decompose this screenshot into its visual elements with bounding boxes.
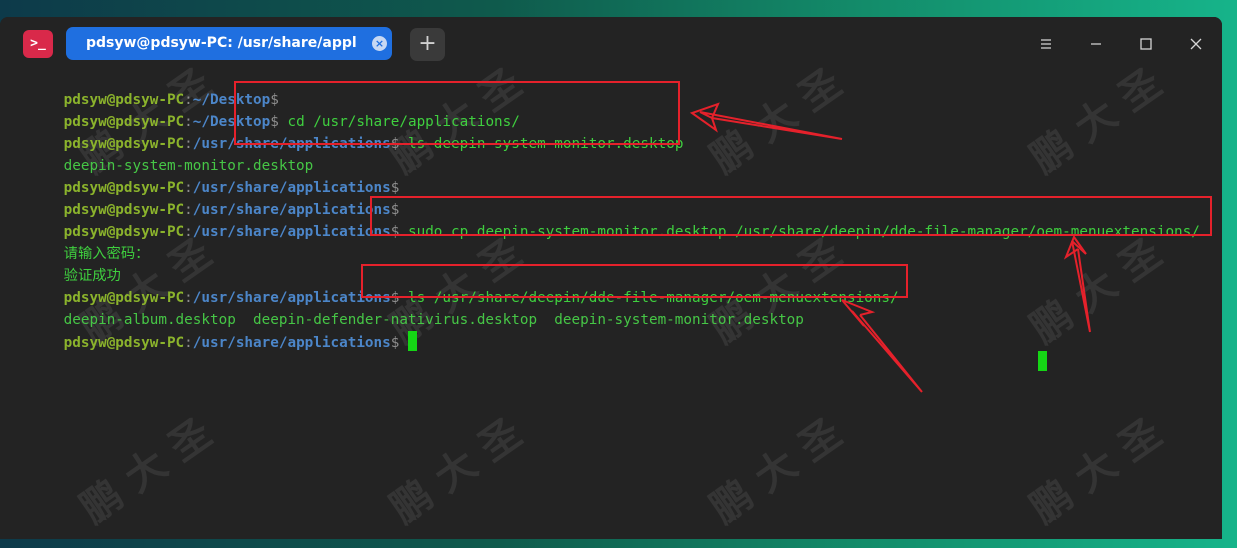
annotation-arrows: [689, 102, 1091, 393]
